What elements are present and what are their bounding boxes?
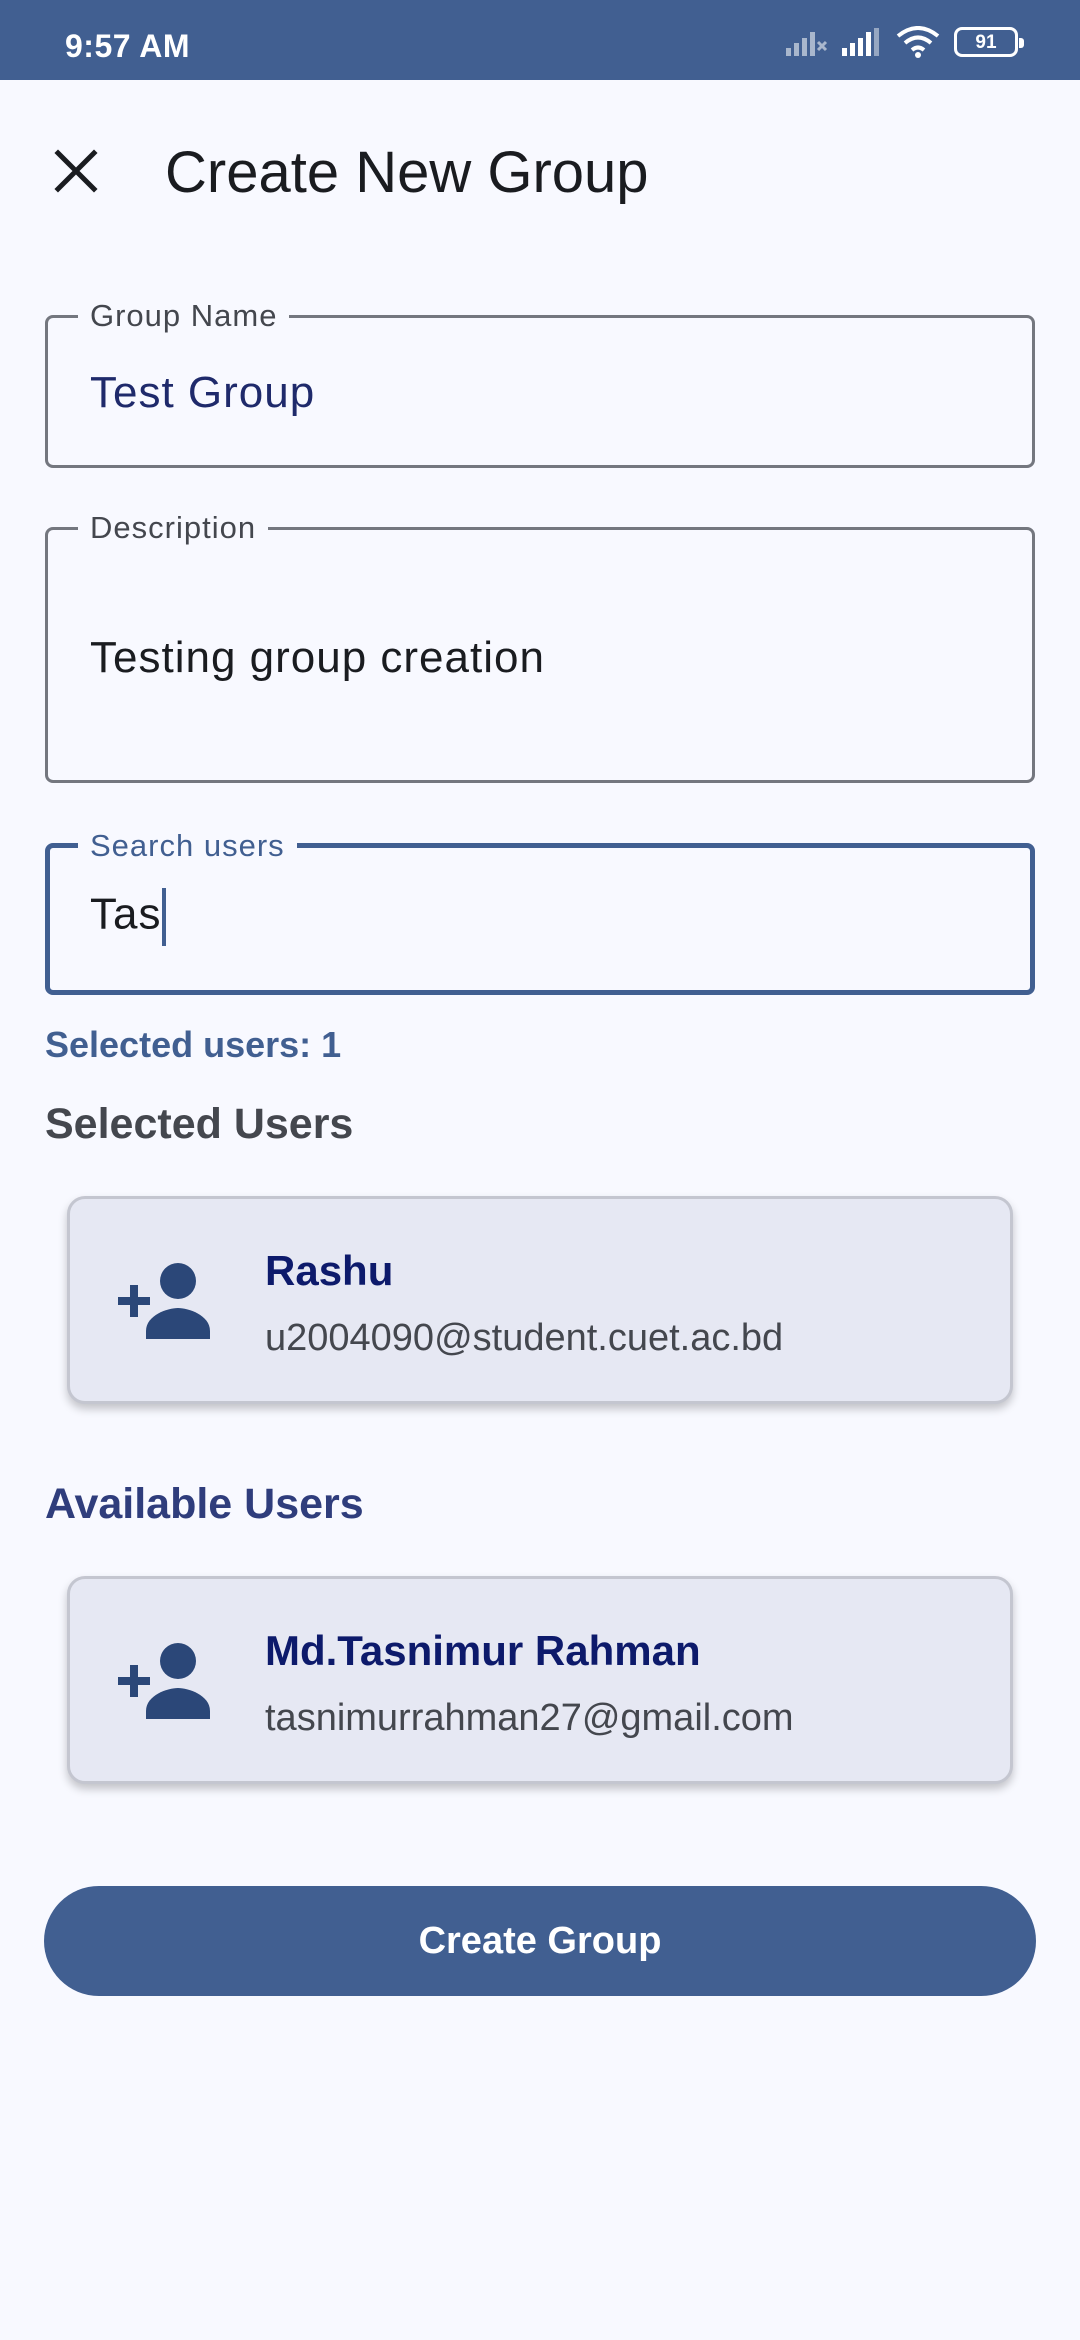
create-group-label: Create Group (418, 1919, 662, 1962)
search-input-text: Tas (90, 889, 162, 939)
user-name: Md.Tasnimur Rahman (265, 1627, 701, 1674)
user-name: Rashu (265, 1247, 394, 1294)
available-users-title: Available Users (45, 1480, 364, 1528)
status-bar: 9:57 AM 91 (0, 0, 1080, 80)
search-users-label: Search users (78, 826, 297, 866)
status-icons: 91 (786, 22, 1024, 62)
description-field[interactable]: Description Testing group creation (45, 508, 1035, 783)
user-email: u2004090@student.cuet.ac.bd (265, 1317, 784, 1359)
signal-x-icon (786, 32, 828, 56)
person-add-icon (118, 1263, 210, 1339)
cellular-signal-icon (842, 28, 879, 56)
description-value: Testing group creation (90, 633, 545, 682)
app-bar: Create New Group (0, 80, 1080, 260)
text-cursor (162, 888, 167, 946)
available-user-card[interactable]: Md.Tasnimur Rahman tasnimurrahman27@gmai… (67, 1576, 1013, 1784)
group-name-label: Group Name (78, 296, 290, 336)
page-title: Create New Group (165, 140, 649, 205)
user-email: tasnimurrahman27@gmail.com (265, 1697, 794, 1739)
wifi-icon (896, 26, 940, 58)
selected-user-card[interactable]: Rashu u2004090@student.cuet.ac.bd (67, 1196, 1013, 1404)
close-button[interactable] (38, 133, 114, 209)
search-users-field[interactable]: Search users Tas (45, 826, 1035, 995)
group-name-value: Test Group (90, 368, 316, 417)
battery-level: 91 (975, 31, 997, 53)
selected-users-title: Selected Users (45, 1100, 354, 1148)
status-time: 9:57 AM (65, 28, 191, 64)
selected-users-count: Selected users: 1 (45, 1024, 342, 1065)
person-add-icon (118, 1643, 210, 1719)
battery-icon: 91 (954, 27, 1024, 57)
close-icon (54, 149, 98, 193)
create-group-button[interactable]: Create Group (44, 1886, 1036, 1996)
search-users-value: Tas (90, 888, 167, 946)
group-name-field[interactable]: Group Name Test Group (45, 296, 1035, 468)
description-label: Description (78, 508, 269, 548)
